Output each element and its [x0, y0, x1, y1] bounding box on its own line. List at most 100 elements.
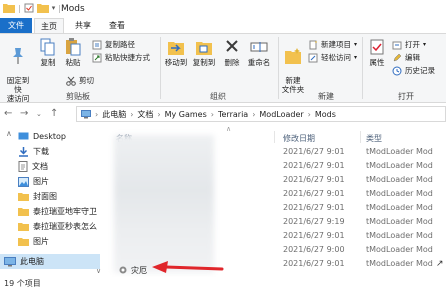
file-type: tModLoader Mod — [366, 161, 433, 170]
copy-path-label: 复制路径 — [105, 40, 135, 49]
paste-button[interactable]: 粘贴 — [62, 38, 84, 67]
nav-item-downloads[interactable]: 下载 📌 — [18, 144, 122, 159]
breadcrumb-my-games[interactable]: My Games — [165, 110, 207, 119]
column-divider — [360, 131, 361, 143]
paste-shortcut-icon — [92, 53, 102, 62]
nav-item-folder[interactable]: 封面图 — [18, 189, 118, 204]
properties-check-icon[interactable] — [24, 3, 34, 13]
breadcrumb-chevron-icon: › — [252, 109, 256, 119]
copy-to-button[interactable]: 复制到 — [192, 38, 216, 67]
breadcrumb-documents[interactable]: 文档 — [137, 109, 153, 120]
column-divider — [274, 131, 275, 143]
table-row[interactable]: 2021/6/27 9:01 tModLoader Mod — [108, 229, 446, 243]
move-to-button[interactable]: 移动到 — [164, 38, 188, 67]
file-date: 2021/6/27 9:01 — [283, 161, 345, 170]
folder-icon — [18, 238, 29, 246]
file-date: 2021/6/27 9:01 — [283, 175, 345, 184]
copy-button[interactable]: 复制 — [38, 38, 58, 67]
chevron-down-icon: ▾ — [423, 41, 427, 48]
delete-x-icon — [226, 40, 238, 52]
breadcrumb-modloader[interactable]: ModLoader — [259, 110, 303, 119]
scroll-down-icon[interactable]: ∨ — [96, 267, 101, 275]
cut-label: 剪切 — [79, 76, 94, 85]
forward-arrow-icon[interactable]: → — [20, 108, 28, 119]
file-type: tModLoader Mod — [366, 175, 433, 184]
breadcrumb-chevron-icon: › — [157, 109, 161, 119]
tab-view[interactable]: 查看 — [104, 18, 130, 33]
folder-icon — [3, 4, 15, 13]
address-bar[interactable]: › 此电脑 › 文档 › My Games › Terraria › ModLo… — [76, 106, 446, 122]
download-arrow-icon — [19, 146, 28, 157]
column-header-date[interactable]: 修改日期 — [283, 133, 315, 144]
cut-button[interactable]: 剪切 — [66, 75, 94, 86]
file-name: 灾厄 — [131, 266, 147, 275]
folder-icon — [18, 193, 29, 201]
this-pc-icon — [4, 256, 16, 266]
table-row[interactable]: 2021/6/27 9:01 tModLoader Mod — [108, 201, 446, 215]
folder-icon — [18, 223, 29, 231]
column-header-type[interactable]: 类型 — [366, 133, 382, 144]
rename-label: 重命名 — [247, 58, 271, 67]
new-folder-button[interactable]: 新建 文件夹 — [280, 38, 306, 94]
table-row[interactable]: 2021/6/27 9:00 tModLoader Mod — [108, 243, 446, 257]
properties-button[interactable]: 属性 — [366, 38, 388, 67]
table-row[interactable]: 2021/6/27 9:19 tModLoader Mod — [108, 215, 446, 229]
properties-icon — [370, 39, 384, 55]
easy-access-button[interactable]: 轻松访问 ▾ — [308, 52, 357, 63]
document-icon — [18, 161, 28, 172]
history-label: 历史记录 — [405, 66, 435, 75]
nav-item-label: 此电脑 — [20, 257, 44, 266]
status-bar: 19 个项目 — [0, 277, 446, 289]
table-row[interactable]: 2021/6/27 9:01 tModLoader Mod — [108, 145, 446, 159]
nav-item-this-pc[interactable]: 此电脑 — [0, 254, 100, 269]
table-row[interactable]: 2021/6/27 9:01 tModLoader Mod — [108, 173, 446, 187]
recent-chevron-icon[interactable]: ⌄ — [36, 110, 42, 118]
paste-shortcut-label: 粘贴快捷方式 — [105, 53, 150, 62]
nav-item-label: 下载 — [33, 147, 49, 156]
move-to-icon — [168, 42, 184, 55]
tab-share[interactable]: 共享 — [70, 18, 96, 33]
nav-item-label: 文档 — [32, 162, 48, 171]
copy-icon — [40, 38, 55, 56]
nav-item-folder[interactable]: 泰拉瑞亚秒表怎么 — [18, 219, 118, 234]
new-item-button[interactable]: 新建项目 ▾ — [308, 39, 357, 50]
edit-button[interactable]: 编辑 — [392, 52, 420, 63]
rename-icon — [250, 42, 268, 52]
open-button[interactable]: 打开 ▾ — [392, 39, 426, 50]
open-label: 打开 — [405, 40, 420, 49]
file-date: 2021/6/27 9:01 — [283, 147, 345, 156]
copy-path-button[interactable]: 复制路径 — [92, 39, 135, 50]
rename-button[interactable]: 重命名 — [246, 38, 272, 67]
open-icon — [392, 41, 402, 49]
breadcrumb-mods[interactable]: Mods — [315, 110, 336, 119]
breadcrumb-this-pc[interactable]: 此电脑 — [102, 109, 126, 120]
delete-button[interactable]: 删除 — [222, 38, 242, 67]
nav-item-desktop[interactable]: Desktop 📌 — [18, 129, 122, 144]
tab-home[interactable]: 主页 — [34, 18, 64, 33]
back-arrow-icon[interactable]: ← — [4, 108, 12, 119]
nav-item-documents[interactable]: 文档 📌 — [18, 159, 122, 174]
red-arrow-annotation — [152, 261, 224, 273]
breadcrumb-terraria[interactable]: Terraria — [218, 110, 248, 119]
quick-access-toolbar: | ▾ | — [3, 3, 61, 13]
new-folder-qa-icon[interactable] — [36, 3, 49, 13]
new-group-label: 新建 — [318, 92, 334, 101]
scroll-up-icon[interactable]: ∧ — [6, 129, 12, 138]
nav-item-pictures[interactable]: 图片 📌 — [18, 174, 122, 189]
history-button[interactable]: 历史记录 — [392, 65, 435, 76]
file-type: tModLoader Mod — [366, 231, 433, 240]
copy-path-icon — [92, 40, 102, 49]
nav-item-label: 图片 — [33, 177, 49, 186]
scissors-icon — [66, 76, 76, 86]
nav-item-folder[interactable]: 图片 — [18, 234, 118, 249]
tab-file[interactable]: 文件 — [0, 18, 32, 33]
file-type: tModLoader Mod — [366, 245, 433, 254]
up-arrow-icon[interactable]: ↑ — [50, 108, 58, 119]
nav-item-folder[interactable]: 泰拉瑞亚地牢守卫 — [18, 204, 118, 219]
paste-shortcut-button[interactable]: 粘贴快捷方式 — [92, 52, 150, 63]
table-row[interactable]: 2021/6/27 9:01 tModLoader Mod — [108, 187, 446, 201]
table-row[interactable]: 2021/6/27 9:01 tModLoader Mod — [108, 159, 446, 173]
sort-chevron-up-icon: ∧ — [226, 125, 232, 133]
customize-qa-dropdown[interactable]: ▾ — [52, 4, 56, 12]
pin-quick-access-button[interactable]: 固定到快 速访问 — [4, 38, 32, 103]
